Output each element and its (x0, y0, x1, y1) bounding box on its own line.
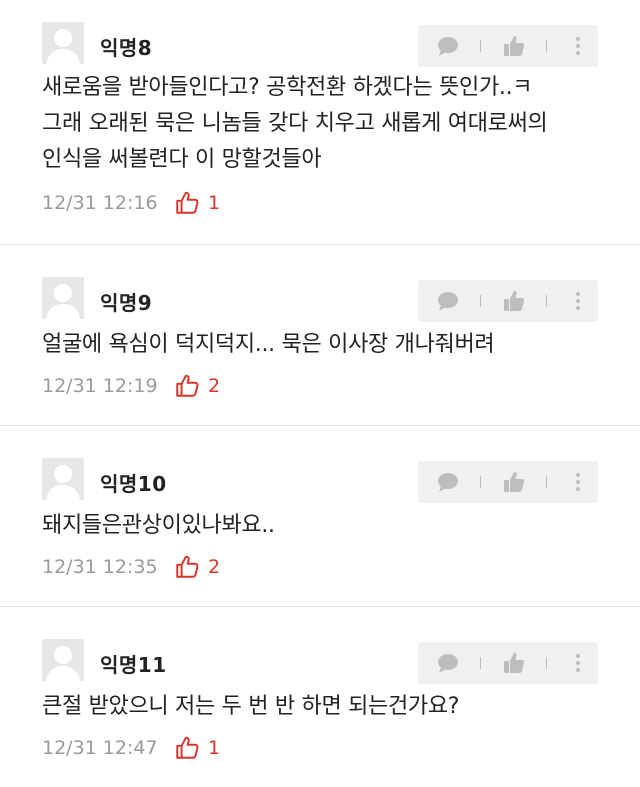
action-divider (546, 295, 547, 307)
speech-bubble-icon (438, 654, 458, 673)
thumbs-up-outline-icon (176, 191, 199, 214)
action-divider (480, 657, 481, 669)
comment-header: 익명11 (42, 639, 598, 685)
comment-actions (418, 642, 598, 684)
default-user-icon (42, 639, 84, 681)
action-divider (546, 476, 547, 488)
more-options-button[interactable] (566, 470, 590, 494)
avatar[interactable] (42, 22, 84, 64)
default-user-icon (42, 22, 84, 64)
comment-header: 익명10 (42, 458, 598, 504)
timestamp: 12/31 12:35 (42, 556, 158, 578)
thumbs-up-outline-icon (176, 555, 199, 578)
comment-text: 새로움을 받아들인다고? 공학전환 하겠다는 뜻인가..ㅋ 그래 오래된 묵은 … (42, 75, 548, 172)
comment-header: 익명8 (42, 22, 598, 68)
kebab-menu-icon (576, 37, 580, 55)
username[interactable]: 익명8 (100, 32, 152, 61)
more-options-button[interactable] (566, 289, 590, 313)
comment-item: 익명11 큰절 받았으니 저는 두 번 반 하면 되는건가요? 12/31 12… (0, 606, 640, 787)
thumbs-up-icon (504, 472, 525, 492)
comment-item: 익명10 돼지들은관상이있나봐요.. 12/31 12:35 2 (0, 425, 640, 606)
reply-button[interactable] (436, 470, 460, 494)
kebab-menu-icon (576, 654, 580, 672)
avatar[interactable] (42, 458, 84, 500)
reply-button[interactable] (436, 651, 460, 675)
like-button[interactable] (502, 34, 526, 58)
default-user-icon (42, 277, 84, 319)
like-button[interactable] (502, 651, 526, 675)
timestamp: 12/31 12:47 (42, 737, 158, 759)
like-number: 1 (208, 192, 221, 214)
like-count: 1 (174, 190, 220, 216)
kebab-menu-icon (576, 473, 580, 491)
action-divider (480, 295, 481, 307)
action-divider (480, 40, 481, 52)
comment-actions (418, 461, 598, 503)
thumbs-up-icon (504, 291, 525, 311)
reply-button[interactable] (436, 34, 460, 58)
speech-bubble-icon (438, 473, 458, 492)
comment-list: 익명8 새로움을 받아들인다고? 공학전환 하겠다는 뜻인가..ㅋ 그래 오래된… (0, 0, 640, 787)
comment-actions (418, 25, 598, 67)
username[interactable]: 익명10 (100, 468, 167, 497)
like-button[interactable] (502, 289, 526, 313)
comment-header: 익명9 (42, 277, 598, 323)
like-number: 2 (208, 556, 221, 578)
comment-text: 돼지들은관상이있나봐요.. (42, 513, 275, 538)
like-count: 2 (174, 554, 220, 580)
comment-actions (418, 280, 598, 322)
comment-text: 얼굴에 욕심이 덕지덕지... 묵은 이사장 개나줘버려 (42, 332, 495, 357)
timestamp: 12/31 12:16 (42, 192, 158, 214)
comment-item: 익명9 얼굴에 욕심이 덕지덕지... 묵은 이사장 개나줘버려 12/31 1… (0, 244, 640, 425)
like-number: 1 (208, 737, 221, 759)
comment-text: 큰절 받았으니 저는 두 번 반 하면 되는건가요? (42, 694, 460, 719)
action-divider (546, 40, 547, 52)
thumbs-up-outline-icon (176, 736, 199, 759)
avatar[interactable] (42, 277, 84, 319)
thumbs-up-icon (504, 653, 525, 673)
default-user-icon (42, 458, 84, 500)
username[interactable]: 익명9 (100, 287, 152, 316)
action-divider (480, 476, 481, 488)
username[interactable]: 익명11 (100, 649, 167, 678)
timestamp: 12/31 12:19 (42, 375, 158, 397)
avatar[interactable] (42, 639, 84, 681)
thumbs-up-outline-icon (176, 374, 199, 397)
like-count: 1 (174, 735, 220, 761)
comment-item: 익명8 새로움을 받아들인다고? 공학전환 하겠다는 뜻인가..ㅋ 그래 오래된… (0, 0, 640, 244)
speech-bubble-icon (438, 37, 458, 56)
more-options-button[interactable] (566, 651, 590, 675)
speech-bubble-icon (438, 292, 458, 311)
like-button[interactable] (502, 470, 526, 494)
thumbs-up-icon (504, 36, 525, 56)
more-options-button[interactable] (566, 34, 590, 58)
like-count: 2 (174, 373, 220, 399)
reply-button[interactable] (436, 289, 460, 313)
kebab-menu-icon (576, 292, 580, 310)
like-number: 2 (208, 375, 221, 397)
action-divider (546, 657, 547, 669)
